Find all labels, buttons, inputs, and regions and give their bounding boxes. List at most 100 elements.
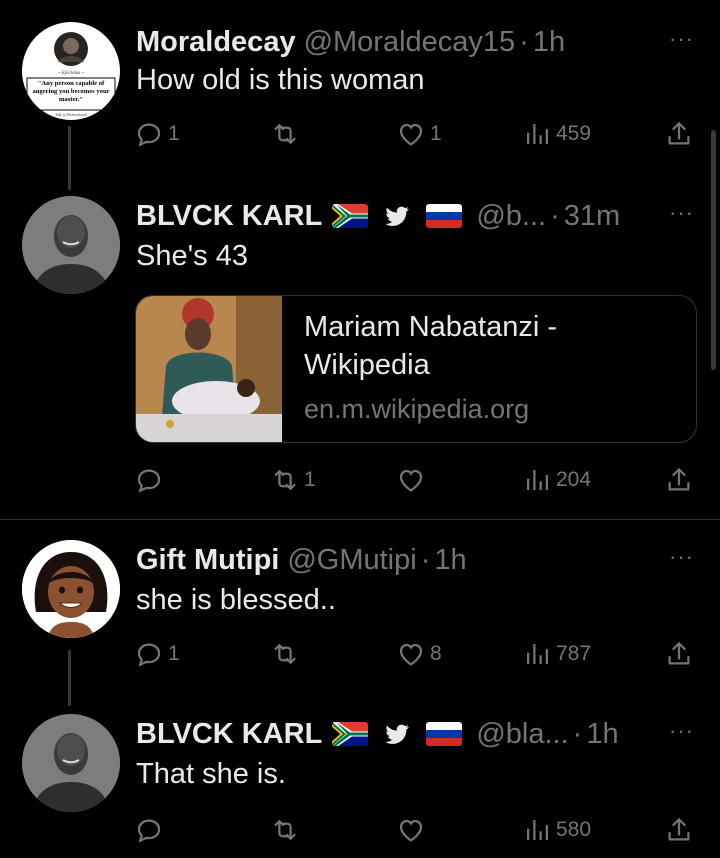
heart-icon xyxy=(396,465,426,495)
reply-count: 1 xyxy=(168,642,180,665)
reply-icon xyxy=(134,815,164,845)
views-icon xyxy=(522,119,552,149)
more-icon[interactable]: ··· xyxy=(669,544,694,570)
reply-count: 1 xyxy=(168,122,180,145)
tweet-actions: 580 xyxy=(0,810,720,850)
handle[interactable]: @Moraldecay15 xyxy=(304,26,516,59)
tweet-blvck-karl-2[interactable]: BLVCK KARL @bla... · 1h ··· That she is. xyxy=(0,714,720,824)
views-button[interactable]: 580 xyxy=(522,810,591,850)
reply-button[interactable] xyxy=(134,810,168,850)
like-count: 8 xyxy=(430,642,442,665)
like-button[interactable] xyxy=(396,460,430,500)
like-button[interactable]: 1 xyxy=(396,114,442,154)
retweet-icon xyxy=(270,465,300,495)
tweet-actions: 1 1 459 xyxy=(0,114,720,154)
heart-icon xyxy=(396,119,426,149)
tweet-actions: 1 8 787 xyxy=(0,634,720,674)
handle[interactable]: @bla... xyxy=(476,718,568,751)
view-count: 459 xyxy=(556,122,592,145)
retweet-count: 1 xyxy=(304,468,316,491)
views-icon xyxy=(522,815,552,845)
share-button[interactable] xyxy=(664,114,694,154)
reply-button[interactable]: 1 xyxy=(134,634,180,674)
tweet-header: BLVCK KARL @b... · 31m xyxy=(136,196,620,236)
avatar-quote: "Any person capable of angering you beco… xyxy=(32,80,110,103)
link-card-thumbnail xyxy=(136,296,282,442)
views-button[interactable]: 204 xyxy=(522,460,591,500)
tweet-text: That she is. xyxy=(136,758,286,790)
tweet-text: she is blessed.. xyxy=(136,584,336,616)
south-africa-flag-icon xyxy=(332,204,368,228)
share-icon xyxy=(664,119,694,149)
reply-icon xyxy=(134,639,164,669)
views-button[interactable]: 459 xyxy=(522,114,591,154)
retweet-button[interactable] xyxy=(270,634,304,674)
display-name[interactable]: Gift Mutipi xyxy=(136,544,279,577)
view-count: 787 xyxy=(556,642,592,665)
share-button[interactable] xyxy=(664,810,694,850)
tweet-blvck-karl-1[interactable]: BLVCK KARL @b... · 31m ··· She's 43 Mari… xyxy=(0,196,720,496)
like-button[interactable]: 8 xyxy=(396,634,442,674)
timestamp[interactable]: 1h xyxy=(434,544,466,577)
link-card-title: Mariam Nabatanzi - Wikipedia xyxy=(304,311,558,381)
russia-flag-icon xyxy=(426,204,462,228)
view-count: 204 xyxy=(556,468,592,491)
reply-icon xyxy=(134,465,164,495)
share-icon xyxy=(664,465,694,495)
avatar[interactable] xyxy=(22,540,120,638)
separator: · xyxy=(519,25,529,58)
separator: · xyxy=(550,199,560,232)
views-button[interactable]: 787 xyxy=(522,634,591,674)
tweet-header: Moraldecay @Moraldecay15 · 1h xyxy=(136,22,565,62)
heart-icon xyxy=(396,639,426,669)
handle[interactable]: @b... xyxy=(476,200,546,233)
view-count: 580 xyxy=(556,818,592,841)
separator: · xyxy=(572,717,583,750)
retweet-button[interactable]: 1 xyxy=(270,460,316,500)
share-icon xyxy=(664,639,694,669)
retweet-button[interactable] xyxy=(270,810,304,850)
timestamp[interactable]: 1h xyxy=(533,26,565,59)
display-name[interactable]: BLVCK KARL xyxy=(136,200,322,233)
reply-button[interactable] xyxy=(134,460,168,500)
like-count: 1 xyxy=(430,122,442,145)
like-button[interactable] xyxy=(396,810,430,850)
retweet-icon xyxy=(270,815,300,845)
retweet-button[interactable] xyxy=(270,114,304,154)
reply-button[interactable]: 1 xyxy=(134,114,180,154)
twitter-bird-icon xyxy=(382,720,412,748)
avatar[interactable] xyxy=(22,196,120,294)
display-name[interactable]: BLVCK KARL xyxy=(136,718,322,751)
divider xyxy=(0,519,720,520)
retweet-icon xyxy=(270,639,300,669)
handle[interactable]: @GMutipi xyxy=(287,544,416,577)
separator: · xyxy=(420,543,431,576)
views-icon xyxy=(522,465,552,495)
russia-flag-icon xyxy=(426,722,462,746)
views-icon xyxy=(522,639,552,669)
avatar-caption: ~ Epictetus ~ xyxy=(58,71,85,76)
share-icon xyxy=(664,815,694,845)
reply-icon xyxy=(134,119,164,149)
display-name[interactable]: Moraldecay xyxy=(136,26,296,59)
south-africa-flag-icon xyxy=(332,722,368,746)
more-icon[interactable]: ··· xyxy=(669,718,694,744)
link-card[interactable]: Mariam Nabatanzi - Wikipedia en.m.wikipe… xyxy=(135,295,697,443)
timestamp[interactable]: 1h xyxy=(586,718,618,751)
avatar[interactable]: ~ Epictetus ~ "Any person capable of ang… xyxy=(22,22,120,120)
heart-icon xyxy=(396,815,426,845)
retweet-icon xyxy=(270,119,300,149)
tweet-actions: 1 204 xyxy=(0,460,720,500)
share-button[interactable] xyxy=(664,460,694,500)
twitter-bird-icon xyxy=(382,202,412,230)
share-button[interactable] xyxy=(664,634,694,674)
timestamp[interactable]: 31m xyxy=(564,200,620,233)
tweet-header: BLVCK KARL @bla... · 1h xyxy=(136,714,619,754)
avatar[interactable] xyxy=(22,714,120,812)
tweet-header: Gift Mutipi @GMutipi · 1h xyxy=(136,540,467,580)
tweet-text: She's 43 xyxy=(136,240,248,272)
tweet-text: How old is this woman xyxy=(136,64,425,96)
more-icon[interactable]: ··· xyxy=(669,26,694,52)
link-card-domain: en.m.wikipedia.org xyxy=(304,394,530,424)
more-icon[interactable]: ··· xyxy=(669,200,694,226)
